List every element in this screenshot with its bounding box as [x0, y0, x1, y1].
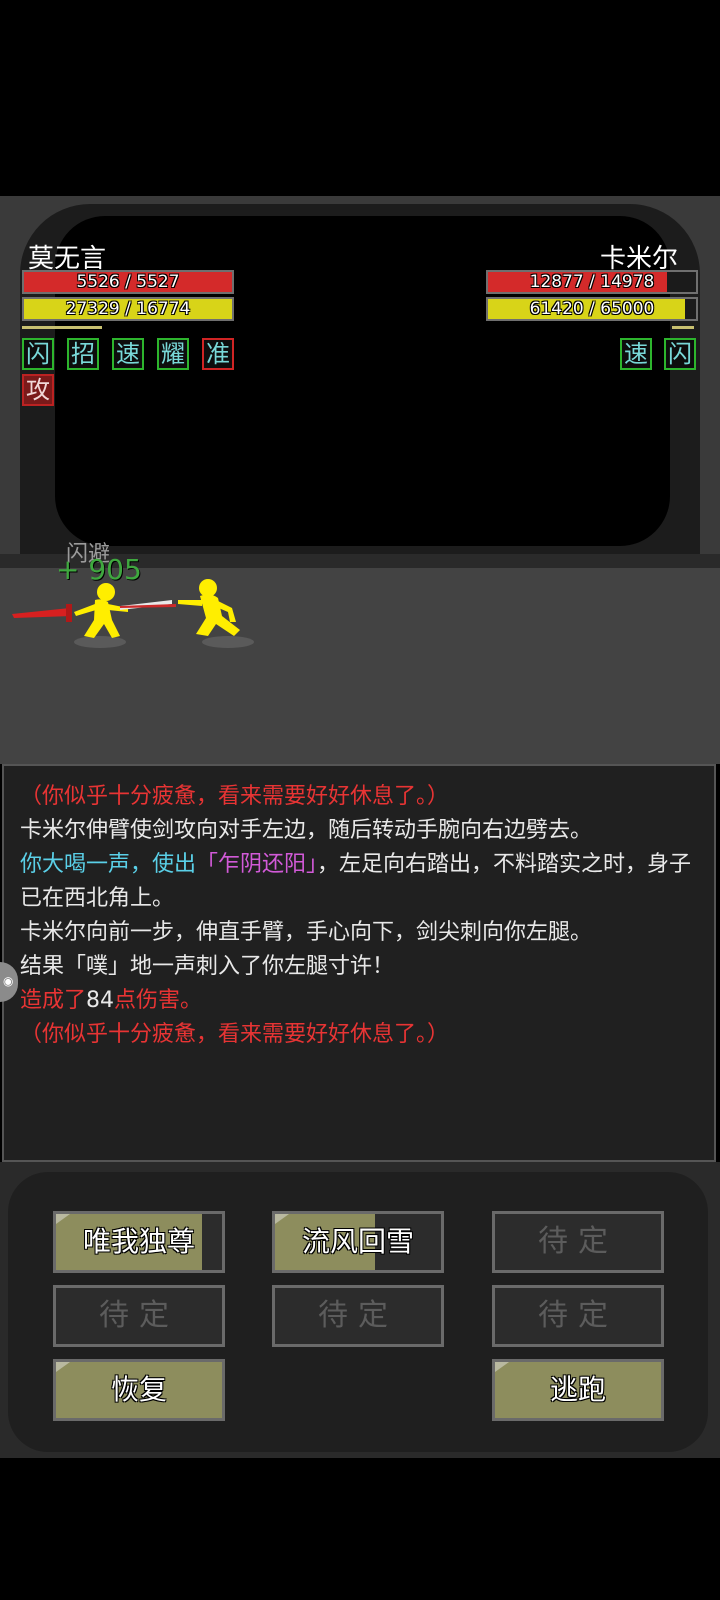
arena-sky	[55, 216, 670, 546]
skill-button-1[interactable]: 唯我独尊	[53, 1211, 225, 1273]
enemy-buff-dodge-icon: 闪	[664, 338, 696, 370]
enemy-mp-bar: 61420 / 65000	[486, 297, 698, 321]
log-damage-number: 84	[86, 988, 115, 1013]
battle-log[interactable]: （你似乎十分疲惫，看来需要好好休息了。） 卡米尔伸臂使剑攻向对手左边，随后转动手…	[2, 764, 716, 1162]
skill-2-label: 流风回雪	[301, 1225, 414, 1258]
skill-button-4-empty[interactable]: 待定	[53, 1285, 225, 1347]
enemy-charge-line	[672, 326, 694, 329]
skill-button-6-empty[interactable]: 待定	[492, 1285, 664, 1347]
recover-label: 恢复	[110, 1373, 167, 1406]
player-hp-bar: 5526 / 5527	[22, 270, 234, 294]
player-shadow	[74, 636, 126, 648]
flee-label: 逃跑	[549, 1373, 606, 1406]
skill-1-label: 唯我独尊	[82, 1225, 195, 1258]
skill-button-3-empty[interactable]: 待定	[492, 1211, 664, 1273]
player-figure	[12, 583, 128, 638]
skill-6-label: 待定	[538, 1298, 618, 1333]
player-mp-text: 27329 / 16774	[65, 299, 191, 319]
log-line-pre: 你大喝一声，使出	[20, 852, 197, 877]
player-buff-glory-icon: 耀	[157, 338, 189, 370]
enemy-shadow	[202, 636, 254, 648]
skill-button-5-empty[interactable]: 待定	[272, 1285, 444, 1347]
skill-3-label: 待定	[538, 1224, 618, 1259]
log-damage-post: 点伤害。	[114, 988, 203, 1013]
player-buff-move-icon: 招	[67, 338, 99, 370]
skill-button-2[interactable]: 流风回雪	[272, 1211, 444, 1273]
crossed-swords	[120, 600, 176, 610]
log-line: 卡米尔向前一步，伸直手臂，手心向下，剑尖刺向你左腿。	[20, 920, 593, 945]
fighters-sprite	[12, 579, 254, 648]
player-buff-accuracy-icon: 准	[202, 338, 234, 370]
player-mp-bar: 27329 / 16774	[22, 297, 234, 321]
flee-button[interactable]: 逃跑	[492, 1359, 664, 1421]
top-black-bar	[0, 0, 720, 196]
recover-button[interactable]: 恢复	[53, 1359, 225, 1421]
log-line: 你大喝一声，使出「乍阴还阳」，左足向右踏出，不料踏实之时，身子已在西北角上。	[20, 848, 698, 916]
log-skill-name: 「乍阴还阳」	[196, 852, 318, 877]
skill-4-label: 待定	[99, 1298, 179, 1333]
log-line: 结果「噗」地一声刺入了你左腿寸许！	[20, 954, 395, 979]
log-line: 造成了84点伤害。	[20, 984, 698, 1018]
player-buff-attack-icon: 攻	[22, 374, 54, 406]
player-charge-line	[22, 326, 102, 329]
log-cut-line	[20, 766, 698, 780]
enemy-figure	[178, 579, 240, 636]
player-hp-text: 5526 / 5527	[76, 272, 180, 292]
bottom-black-bar	[0, 1458, 720, 1600]
skill-5-label: 待定	[318, 1298, 398, 1333]
log-line: 卡米尔伸臂使剑攻向对手左边，随后转动手腕向右边劈去。	[20, 818, 593, 843]
handle-icon: ◉	[3, 974, 14, 988]
log-line: （你似乎十分疲惫，看来需要好好休息了。）	[20, 784, 450, 809]
log-line: （你似乎十分疲惫，看来需要好好休息了。）	[20, 1022, 450, 1047]
enemy-hp-text: 12877 / 14978	[529, 272, 655, 292]
enemy-hp-bar: 12877 / 14978	[486, 270, 698, 294]
player-buff-dodge-icon: 闪	[22, 338, 54, 370]
player-buff-speed-icon: 速	[112, 338, 144, 370]
enemy-buff-speed-icon: 速	[620, 338, 652, 370]
log-damage-pre: 造成了	[20, 988, 87, 1013]
enemy-mp-text: 61420 / 65000	[529, 299, 655, 319]
